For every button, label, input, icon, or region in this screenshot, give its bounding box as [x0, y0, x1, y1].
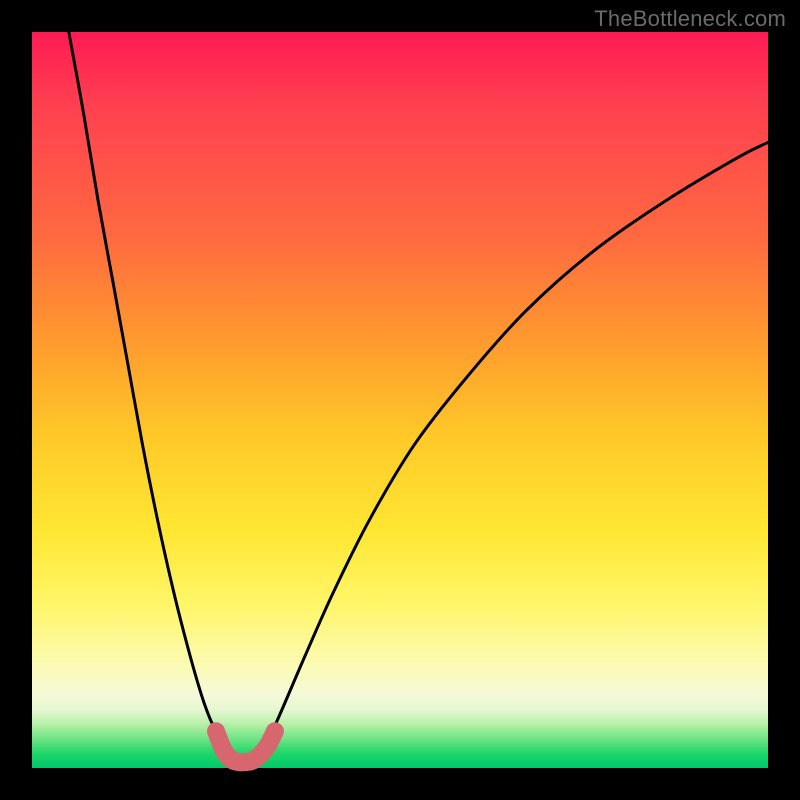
watermark-text: TheBottleneck.com [594, 6, 786, 32]
chart-frame: TheBottleneck.com [0, 0, 800, 800]
chart-plot-area [32, 32, 768, 768]
